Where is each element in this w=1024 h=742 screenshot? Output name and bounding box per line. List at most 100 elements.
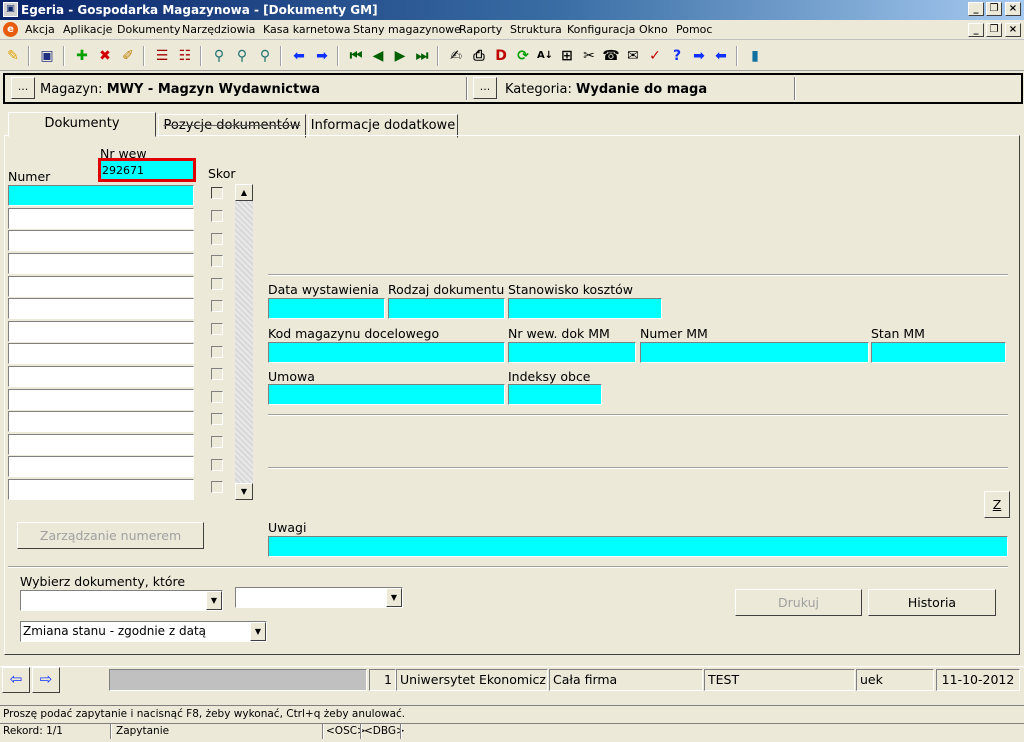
menu-akcja[interactable]: Akcja [25, 23, 55, 36]
numer-field-row-6[interactable] [8, 298, 194, 319]
numer-field-row-11[interactable] [8, 411, 194, 432]
umowa-field[interactable] [268, 384, 505, 405]
chevron-down-icon[interactable]: ▼ [250, 622, 266, 641]
skor-checkbox-7[interactable] [211, 323, 223, 335]
tree-icon[interactable]: ⊞ [557, 46, 577, 66]
zarzadzanie-numerem-button[interactable]: Zarządzanie numerem [17, 522, 204, 549]
numer-field-row-5[interactable] [8, 276, 194, 297]
numer-field-row-4[interactable] [8, 253, 194, 274]
drukuj-button[interactable]: Drukuj [735, 589, 862, 616]
menu-pomoc[interactable]: Pomoc [676, 23, 712, 36]
kategoria-lov-button[interactable]: ... [473, 77, 497, 99]
skor-checkbox-9[interactable] [211, 368, 223, 380]
query-enter-icon[interactable]: ⚲ [209, 46, 229, 66]
prev-record-icon[interactable]: ◀ [368, 46, 388, 66]
pin-icon[interactable]: ✎ [3, 46, 23, 66]
skor-checkbox-12[interactable] [211, 436, 223, 448]
uwagi-field[interactable] [268, 536, 1008, 557]
prev-window-icon[interactable]: ⬅ [711, 46, 731, 66]
numer-field-row-13[interactable] [8, 456, 194, 477]
numer-field-row-7[interactable] [8, 321, 194, 342]
numer-mm-field[interactable] [640, 342, 869, 363]
menu-dokumenty[interactable]: Dokumenty [117, 23, 180, 36]
last-record-icon[interactable]: ⏭ [412, 46, 432, 66]
numer-field-row-14[interactable] [8, 479, 194, 500]
clear-record-icon[interactable]: ✐ [118, 46, 138, 66]
refresh-icon[interactable]: ⟳ [513, 46, 533, 66]
back-arrow-icon[interactable]: ⬅ [289, 46, 309, 66]
skor-checkbox-1[interactable] [211, 187, 223, 199]
skor-checkbox-3[interactable] [211, 233, 223, 245]
rodzaj-dokumentu-field[interactable] [388, 298, 505, 319]
exit-door-icon[interactable]: ▮ [745, 46, 765, 66]
filter-combo-2[interactable]: ▼ [235, 587, 403, 608]
filter-combo-1[interactable]: ▼ [20, 590, 223, 611]
sort-icon[interactable]: A↓ [535, 46, 555, 66]
numer-field-row-3[interactable] [8, 230, 194, 251]
menu-konfiguracja[interactable]: Konfiguracja [567, 23, 635, 36]
menu-okno[interactable]: Okno [639, 23, 668, 36]
numer-field-row-10[interactable] [8, 389, 194, 410]
mail-icon[interactable]: ✉ [623, 46, 643, 66]
kod-magazynu-field[interactable] [268, 342, 505, 363]
scroll-down-icon[interactable]: ▼ [235, 483, 253, 500]
stan-mm-field[interactable] [871, 342, 1006, 363]
menu-aplikacje[interactable]: Aplikacje [63, 23, 112, 36]
next-record-icon[interactable]: ▶ [390, 46, 410, 66]
skor-checkbox-8[interactable] [211, 346, 223, 358]
print-preview-icon[interactable]: ⎙ [469, 46, 489, 66]
edit-icon[interactable]: ✍ [446, 46, 466, 66]
filter-icon[interactable]: ✓ [645, 46, 665, 66]
z-button[interactable]: Z [984, 491, 1010, 518]
nr-wew-dok-mm-field[interactable] [508, 342, 636, 363]
list-scrollbar[interactable]: ▲ ▼ [235, 184, 253, 500]
wrench-icon[interactable]: ✂ [579, 46, 599, 66]
mdi-restore-button[interactable]: ❐ [986, 23, 1002, 37]
mdi-minimize-button[interactable]: _ [968, 23, 984, 37]
chevron-down-icon[interactable]: ▼ [206, 591, 222, 610]
numer-field-row-2[interactable] [8, 208, 194, 229]
skor-checkbox-4[interactable] [211, 255, 223, 267]
help-icon[interactable]: ? [667, 46, 687, 66]
duplicate-row-icon[interactable]: ☷ [175, 46, 195, 66]
numer-field-row-8[interactable] [8, 343, 194, 364]
menu-struktura[interactable]: Struktura [510, 23, 562, 36]
skor-checkbox-11[interactable] [211, 413, 223, 425]
close-button[interactable]: × [1005, 2, 1021, 16]
tab-dokumenty[interactable]: Dokumenty [8, 112, 156, 137]
add-record-icon[interactable]: ✚ [72, 46, 92, 66]
magazyn-lov-button[interactable]: ... [11, 77, 35, 99]
chevron-down-icon[interactable]: ▼ [386, 588, 402, 607]
stanowisko-kosztow-field[interactable] [508, 298, 662, 319]
nr-wew-input[interactable] [101, 161, 193, 179]
menu-stany-magazynowe[interactable]: Stany magazynowe [353, 23, 461, 36]
query-count-icon[interactable]: ⚲ [255, 46, 275, 66]
menu-raporty[interactable]: Raporty [459, 23, 502, 36]
numer-field-row-12[interactable] [8, 434, 194, 455]
save-icon[interactable]: ▣ [37, 46, 57, 66]
historia-button[interactable]: Historia [868, 589, 996, 616]
mdi-close-button[interactable]: × [1005, 23, 1021, 37]
numer-field-row-1[interactable] [8, 185, 194, 206]
skor-checkbox-5[interactable] [211, 278, 223, 290]
skor-checkbox-2[interactable] [211, 210, 223, 222]
forward-arrow-icon[interactable]: ➡ [312, 46, 332, 66]
numer-field-row-9[interactable] [8, 366, 194, 387]
scroll-up-icon[interactable]: ▲ [235, 184, 253, 201]
indeksy-obce-field[interactable] [508, 384, 602, 405]
stan-combo[interactable]: Zmiana stanu - zgodnie z datą ▼ [20, 621, 267, 642]
insert-row-icon[interactable]: ☰ [152, 46, 172, 66]
restore-button[interactable]: ❐ [986, 2, 1002, 16]
nav-back-icon[interactable]: ⇦ [2, 667, 30, 693]
next-window-icon[interactable]: ➡ [689, 46, 709, 66]
skor-checkbox-6[interactable] [211, 300, 223, 312]
menu-narzedziowia[interactable]: Narzędziowia [182, 23, 255, 36]
skor-checkbox-13[interactable] [211, 459, 223, 471]
first-record-icon[interactable]: ⏮ [346, 46, 366, 66]
menu-kasa-karnetowa[interactable]: Kasa karnetowa [263, 23, 351, 36]
query-execute-icon[interactable]: ⚲ [232, 46, 252, 66]
data-wystawienia-field[interactable] [268, 298, 385, 319]
skor-checkbox-10[interactable] [211, 391, 223, 403]
delete-record-icon[interactable]: ✖ [95, 46, 115, 66]
nav-forward-icon[interactable]: ⇨ [32, 667, 60, 693]
